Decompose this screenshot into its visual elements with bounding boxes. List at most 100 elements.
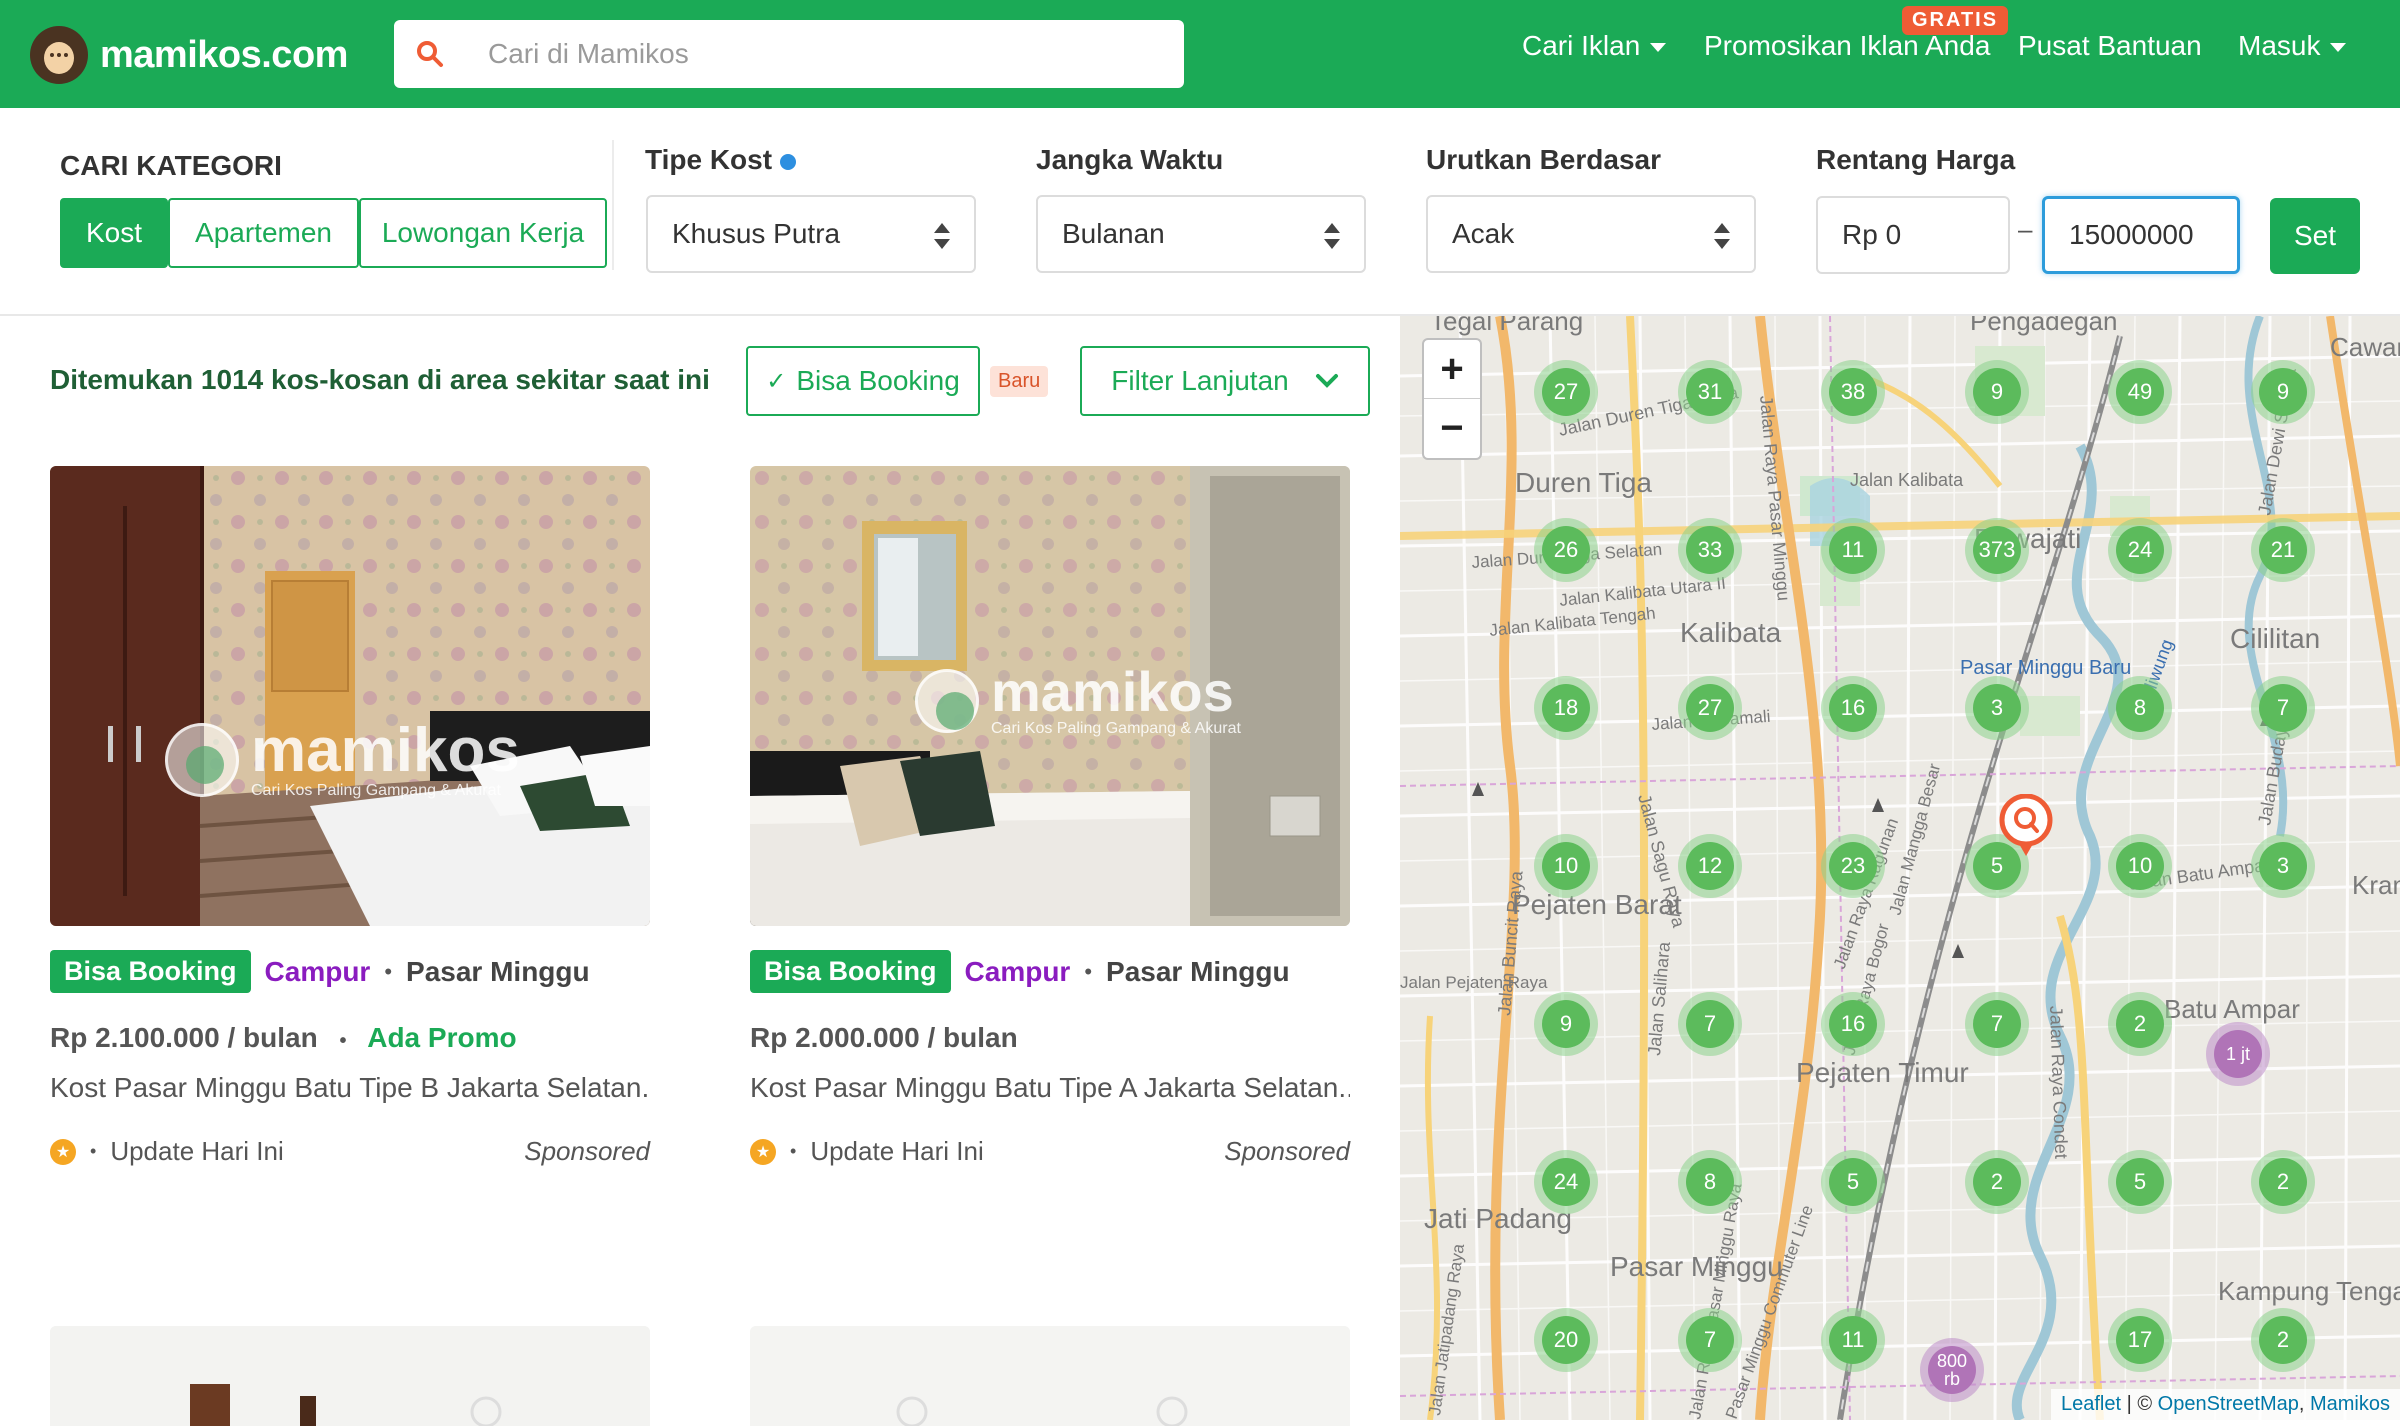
map-cluster-marker[interactable]: 7 xyxy=(1678,992,1742,1056)
map-cluster-marker[interactable]: 5 xyxy=(1821,1150,1885,1214)
location-pin-icon[interactable] xyxy=(1998,793,2054,864)
map-cluster-marker[interactable]: 27 xyxy=(1678,676,1742,740)
urutkan-select[interactable]: Acak xyxy=(1426,195,1756,273)
map-cluster-marker[interactable]: 5 xyxy=(2108,1150,2172,1214)
tipe-kost-select[interactable]: Khusus Putra xyxy=(646,195,976,273)
listing-card[interactable] xyxy=(50,1326,650,1426)
map-label: Pasar Minggu Baru xyxy=(1960,657,2131,679)
map-cluster-count: 27 xyxy=(1686,684,1734,732)
harga-min-input[interactable]: Rp 0 xyxy=(1816,196,2010,274)
listing-title[interactable]: Kost Pasar Minggu Batu Tipe B Jakarta Se… xyxy=(50,1072,650,1104)
map-cluster-count: 5 xyxy=(1829,1158,1877,1206)
harga-max-input[interactable]: 15000000 xyxy=(2042,196,2240,274)
map-cluster-marker[interactable]: 16 xyxy=(1821,676,1885,740)
update-label: Update Hari Ini xyxy=(810,1136,984,1166)
map-cluster-marker[interactable]: 2 xyxy=(2251,1308,2315,1372)
map-cluster-count: 16 xyxy=(1829,1000,1877,1048)
map-cluster-marker[interactable]: 18 xyxy=(1534,676,1598,740)
search-bar[interactable] xyxy=(394,20,1184,88)
map-cluster-marker[interactable]: 7 xyxy=(1965,992,2029,1056)
map-cluster-marker[interactable]: 8 xyxy=(1678,1150,1742,1214)
map-cluster-marker[interactable]: 24 xyxy=(2108,518,2172,582)
map-cluster-count: 8 xyxy=(2116,684,2164,732)
map-cluster-marker[interactable]: 3 xyxy=(1965,676,2029,740)
map-cluster-count: 49 xyxy=(2116,368,2164,416)
map-cluster-marker[interactable]: 49 xyxy=(2108,360,2172,424)
map-cluster-marker[interactable]: 31 xyxy=(1678,360,1742,424)
set-button[interactable]: Set xyxy=(2270,198,2360,274)
map-cluster-count: 7 xyxy=(2259,684,2307,732)
search-input[interactable] xyxy=(488,38,1184,70)
map-cluster-marker[interactable]: 7 xyxy=(2251,676,2315,740)
zoom-out-button[interactable]: − xyxy=(1424,399,1480,458)
nav-pusat-bantuan[interactable]: Pusat Bantuan xyxy=(2018,30,2202,62)
logo[interactable]: mamikos.com xyxy=(30,26,348,84)
top-navbar: mamikos.com Cari Iklan Promosikan Iklan … xyxy=(0,0,2400,108)
map-cluster-marker[interactable]: 10 xyxy=(2108,834,2172,898)
map-cluster-marker[interactable]: 20 xyxy=(1534,1308,1598,1372)
map-cluster-count: 5 xyxy=(2116,1158,2164,1206)
zoom-in-button[interactable]: + xyxy=(1424,340,1480,399)
map-cluster-count: 17 xyxy=(2116,1316,2164,1364)
mamikos-link[interactable]: Mamikos xyxy=(2310,1393,2390,1415)
zoom-control: + − xyxy=(1422,338,1482,460)
map-cluster-marker[interactable]: 2 xyxy=(1965,1150,2029,1214)
map-cluster-count: 9 xyxy=(1542,1000,1590,1048)
leaflet-link[interactable]: Leaflet xyxy=(2061,1393,2121,1415)
nav-cari-iklan[interactable]: Cari Iklan xyxy=(1522,30,1667,62)
urutkan-value: Acak xyxy=(1452,218,1515,249)
tipe-kost-value: Khusus Putra xyxy=(672,218,841,249)
map-cluster-marker[interactable]: 7 xyxy=(1678,1308,1742,1372)
listing-card[interactable]: mamikos Cari Kos Paling Gampang & Akurat… xyxy=(50,466,650,1186)
map-cluster-marker[interactable]: 3 xyxy=(2251,834,2315,898)
map-cluster-marker[interactable]: 2 xyxy=(2251,1150,2315,1214)
map-view[interactable]: Tegal Parang Pengadegan Cawang Duren Tig… xyxy=(1400,316,2400,1420)
map-label: Pasar Minggu xyxy=(1610,1251,1783,1282)
map-cluster-marker[interactable]: 10 xyxy=(1534,834,1598,898)
map-cluster-count: 7 xyxy=(1686,1000,1734,1048)
chevron-down-icon xyxy=(2330,43,2347,52)
map-cluster-marker[interactable]: 8 xyxy=(2108,676,2172,740)
map-cluster-count: 38 xyxy=(1829,368,1877,416)
info-dot-icon[interactable] xyxy=(780,153,797,170)
map-cluster-marker[interactable]: 9 xyxy=(2251,360,2315,424)
map-cluster-marker[interactable]: 11 xyxy=(1821,518,1885,582)
map-cluster-marker[interactable]: 16 xyxy=(1821,992,1885,1056)
star-icon: ★ xyxy=(750,1138,776,1165)
map-cluster-marker[interactable]: 24 xyxy=(1534,1150,1598,1214)
map-cluster-marker[interactable]: 17 xyxy=(2108,1308,2172,1372)
map-cluster-marker[interactable]: 33 xyxy=(1678,518,1742,582)
listing-title[interactable]: Kost Pasar Minggu Batu Tipe A Jakarta Se… xyxy=(750,1072,1350,1104)
map-cluster-marker[interactable]: 1 jt xyxy=(2206,1022,2270,1086)
nav-masuk[interactable]: Masuk xyxy=(2238,30,2347,62)
map-cluster-marker[interactable]: 373 xyxy=(1965,518,2029,582)
map-cluster-marker[interactable]: 27 xyxy=(1534,360,1598,424)
map-label: Batu Ampar xyxy=(2164,994,2300,1024)
listing-photo[interactable]: mamikos Cari Kos Paling Gampang & Akurat xyxy=(50,466,650,926)
map-cluster-count: 21 xyxy=(2259,526,2307,574)
map-cluster-marker[interactable]: 2 xyxy=(2108,992,2172,1056)
category-lowongan-button[interactable]: Lowongan Kerja xyxy=(359,198,607,268)
map-cluster-count: 10 xyxy=(2116,842,2164,890)
bisa-booking-toggle[interactable]: ✓ Bisa Booking xyxy=(746,346,980,416)
listing-photo[interactable]: mamikos Cari Kos Paling Gampang & Akurat xyxy=(750,466,1350,926)
category-kost-button[interactable]: Kost xyxy=(60,198,168,268)
map-cluster-marker[interactable]: 11 xyxy=(1821,1308,1885,1372)
map-cluster-count: 24 xyxy=(2116,526,2164,574)
listing-card[interactable]: mamikos Cari Kos Paling Gampang & Akurat… xyxy=(750,466,1350,1186)
map-cluster-marker[interactable]: 12 xyxy=(1678,834,1742,898)
map-cluster-count: 8 xyxy=(1686,1158,1734,1206)
map-cluster-marker[interactable]: 21 xyxy=(2251,518,2315,582)
jangka-waktu-select[interactable]: Bulanan xyxy=(1036,195,1366,273)
separator-dot: • xyxy=(339,1030,347,1052)
map-cluster-marker[interactable]: 9 xyxy=(1534,992,1598,1056)
category-apartemen-button[interactable]: Apartemen xyxy=(168,198,359,268)
map-cluster-marker[interactable]: 23 xyxy=(1821,834,1885,898)
map-cluster-marker[interactable]: 800 rb xyxy=(1920,1338,1984,1402)
map-cluster-marker[interactable]: 26 xyxy=(1534,518,1598,582)
map-cluster-marker[interactable]: 9 xyxy=(1965,360,2029,424)
filter-lanjutan-button[interactable]: Filter Lanjutan xyxy=(1080,346,1370,416)
osm-link[interactable]: OpenStreetMap xyxy=(2158,1393,2299,1415)
map-cluster-marker[interactable]: 38 xyxy=(1821,360,1885,424)
listing-card[interactable] xyxy=(750,1326,1350,1426)
